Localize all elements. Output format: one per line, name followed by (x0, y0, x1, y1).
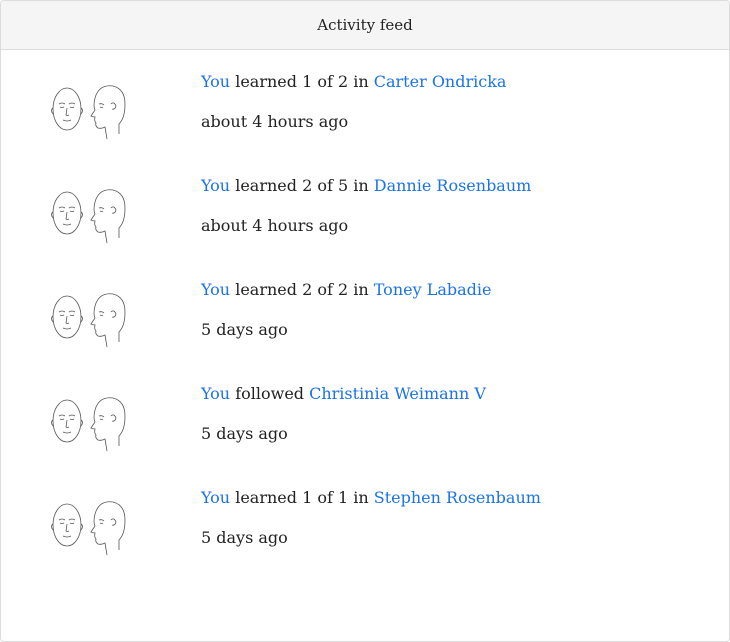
feed-item: You learned 1 of 1 in Stephen Rosenbaum … (1, 466, 729, 570)
actor-link[interactable]: You (201, 280, 230, 299)
feed-item-text: You learned 1 of 1 in Stephen Rosenbaum … (201, 486, 719, 550)
feed-item-text: You learned 2 of 5 in Dannie Rosenbaum a… (201, 174, 719, 238)
action-text: learned 1 of 1 in (230, 488, 374, 507)
timestamp: 5 days ago (201, 320, 288, 339)
feed-item: You learned 2 of 5 in Dannie Rosenbaum a… (1, 154, 729, 258)
target-user-link[interactable]: Christinia Weimann V (309, 384, 486, 403)
feed-item: You learned 1 of 2 in Carter Ondricka ab… (1, 50, 729, 154)
activity-feed-list: You learned 1 of 2 in Carter Ondricka ab… (1, 50, 729, 570)
faces-icon (49, 182, 127, 244)
feed-item-activity: You learned 1 of 2 in Carter Ondricka (201, 70, 719, 94)
faces-icon (49, 390, 127, 452)
target-user-link[interactable]: Carter Ondricka (374, 72, 507, 91)
action-text: learned 2 of 5 in (230, 176, 374, 195)
target-user-link[interactable]: Dannie Rosenbaum (374, 176, 532, 195)
panel-title: Activity feed (317, 16, 413, 34)
faces-icon (49, 286, 127, 348)
faces-icon (49, 494, 127, 556)
timestamp: about 4 hours ago (201, 112, 349, 131)
action-text: learned 2 of 2 in (230, 280, 374, 299)
feed-item-activity: You learned 2 of 2 in Toney Labadie (201, 278, 719, 302)
target-user-link[interactable]: Toney Labadie (374, 280, 492, 299)
action-text: learned 1 of 2 in (230, 72, 374, 91)
faces-icon (49, 78, 127, 140)
actor-link[interactable]: You (201, 176, 230, 195)
feed-item-activity: You learned 2 of 5 in Dannie Rosenbaum (201, 174, 719, 198)
actor-link[interactable]: You (201, 488, 230, 507)
feed-item-text: You learned 1 of 2 in Carter Ondricka ab… (201, 70, 719, 134)
target-user-link[interactable]: Stephen Rosenbaum (374, 488, 541, 507)
feed-item: You followed Christinia Weimann V 5 days… (1, 362, 729, 466)
feed-item-text: You learned 2 of 2 in Toney Labadie 5 da… (201, 278, 719, 342)
feed-item: You learned 2 of 2 in Toney Labadie 5 da… (1, 258, 729, 362)
feed-item-activity: You learned 1 of 1 in Stephen Rosenbaum (201, 486, 719, 510)
timestamp: about 4 hours ago (201, 216, 349, 235)
feed-item-activity: You followed Christinia Weimann V (201, 382, 719, 406)
action-text: followed (230, 384, 310, 403)
timestamp: 5 days ago (201, 528, 288, 547)
actor-link[interactable]: You (201, 72, 230, 91)
timestamp: 5 days ago (201, 424, 288, 443)
panel-header: Activity feed (1, 1, 729, 50)
activity-feed-panel: Activity feed You learned 1 of 2 in Cart… (0, 0, 730, 642)
feed-item-text: You followed Christinia Weimann V 5 days… (201, 382, 719, 446)
actor-link[interactable]: You (201, 384, 230, 403)
